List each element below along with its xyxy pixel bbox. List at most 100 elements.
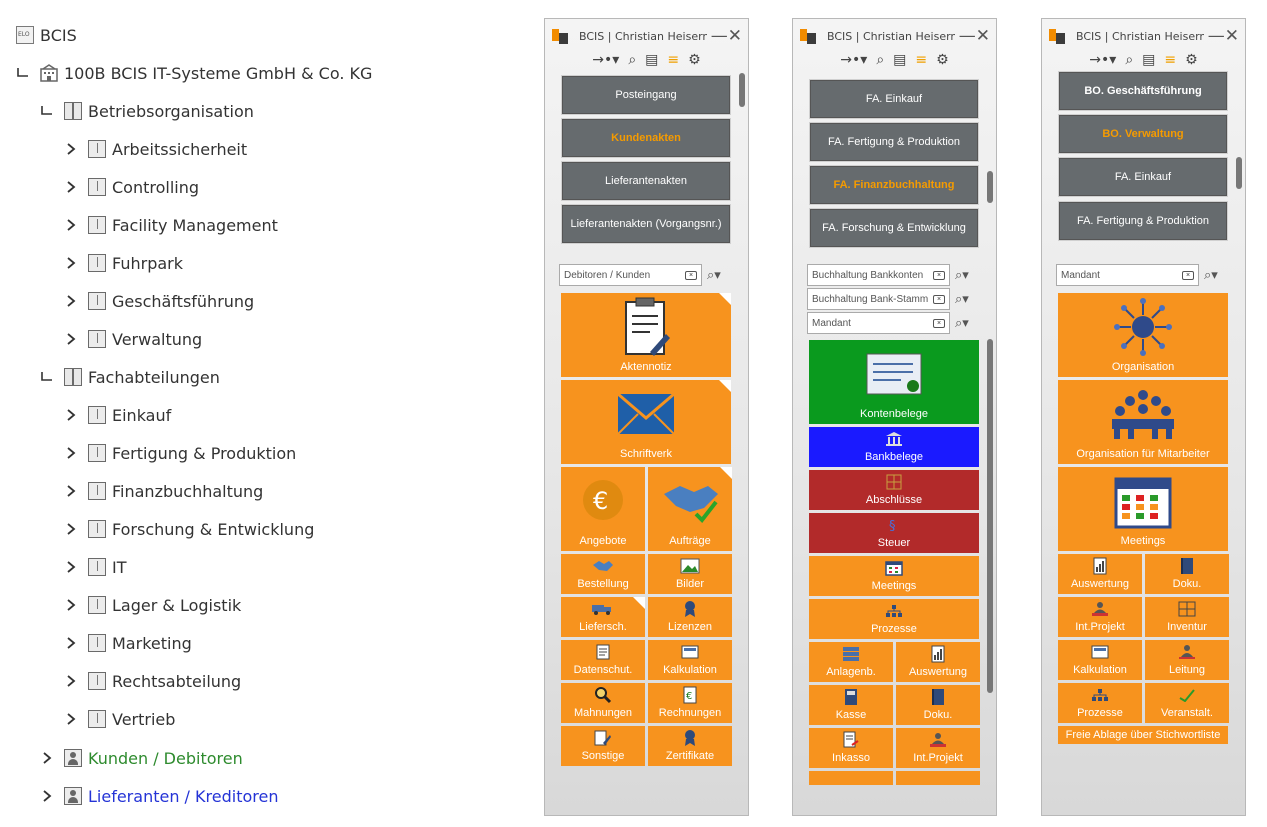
chevron-right-icon[interactable] [64,522,78,536]
search-dropdown-icon[interactable]: ⌕▾ [1204,268,1218,283]
tile-intprojekt[interactable]: Int.Projekt [1058,597,1142,637]
chevron-right-icon[interactable] [64,408,78,422]
pin-icon[interactable]: →•▾ [840,53,867,67]
pin-icon[interactable]: →•▾ [1089,53,1116,67]
chevron-right-icon[interactable] [64,180,78,194]
tree-item-lager[interactable]: Lager & Logistik [64,591,241,619]
tree-item-rechtsabteilung[interactable]: Rechtsabteilung [64,667,241,695]
tile-datenschutz[interactable]: Datenschut. [561,640,645,680]
search-dropdown-icon[interactable]: ⌕▾ [955,292,969,307]
document-icon[interactable]: ▤ [645,53,658,67]
tile-anlagenb[interactable]: Anlagenb. [809,642,893,682]
tree-item-fuhrpark[interactable]: Fuhrpark [64,249,183,277]
tile-kasse[interactable]: Kasse [809,685,893,725]
gear-icon[interactable]: ⚙ [688,53,701,67]
search-icon[interactable]: ⌕ [628,53,636,67]
chevron-right-icon[interactable] [64,142,78,156]
nav-button-geschaeftsfuehrung[interactable]: BO. Geschäftsführung [1058,71,1228,111]
nav-button-fertigung[interactable]: FA. Fertigung & Produktion [1058,201,1228,241]
nav-button-forschung[interactable]: FA. Forschung & Entwicklung [809,208,979,248]
search-dropdown-icon[interactable]: ⌕▾ [955,268,969,283]
scrollbar[interactable] [987,339,993,693]
tile-veranstalt[interactable]: Veranstalt. [1145,683,1229,723]
tile-organisation[interactable]: Organisation [1058,293,1228,377]
tile-inventur[interactable]: Inventur [1145,597,1229,637]
clear-icon[interactable]: × [933,294,945,304]
tile-sonstige[interactable]: Sonstige [561,726,645,766]
collapse-icon[interactable] [40,370,54,384]
tile-zertifikate[interactable]: Zertifikate [648,726,732,766]
tile-bankbelege[interactable]: Bankbelege [809,427,979,467]
tree-item-arbeitssicherheit[interactable]: Arbeitssicherheit [64,135,247,163]
tile-meetings[interactable]: Meetings [1058,467,1228,551]
chevron-right-icon[interactable] [40,789,54,803]
tree-item-geschaeftsfuehrung[interactable]: Geschäftsführung [64,287,254,315]
tile-steuer[interactable]: § Steuer [809,513,979,553]
tree-node-lieferanten[interactable]: Lieferanten / Kreditoren [40,782,278,810]
tile-leitung[interactable]: Leitung [1145,640,1229,680]
notes-icon[interactable]: ≡ [1164,53,1176,67]
chevron-right-icon[interactable] [40,751,54,765]
tile-auswertung[interactable]: Auswertung [1058,554,1142,594]
tile-auswertung[interactable]: Auswertung [896,642,980,682]
chevron-right-icon[interactable] [64,332,78,346]
nav-button-fertigung[interactable]: FA. Fertigung & Produktion [809,122,979,162]
tree-node-fachabteilungen[interactable]: Fachabteilungen [40,363,220,391]
chevron-right-icon[interactable] [64,446,78,460]
tree-item-vertrieb[interactable]: Vertrieb [64,705,175,733]
tile-mahnungen[interactable]: Mahnungen [561,683,645,723]
tile-kalkulation[interactable]: Kalkulation [648,640,732,680]
tree-item-facility-management[interactable]: Facility Management [64,211,278,239]
tile-lieferschein[interactable]: Liefersch. [561,597,645,637]
search-dropdown-icon[interactable]: ⌕▾ [955,316,969,331]
tile-freie-ablage[interactable]: Freie Ablage über Stichwortliste [1058,726,1228,744]
tile-bestellung[interactable]: Bestellung [561,554,645,594]
gear-icon[interactable]: ⚙ [936,53,949,67]
search-input[interactable]: Buchhaltung Bank-Stamm × [807,288,950,310]
search-input[interactable]: Mandant × [807,312,950,334]
tile-kalkulation[interactable]: Kalkulation [1058,640,1142,680]
tile-angebote[interactable]: € Angebote [561,467,645,551]
search-icon[interactable]: ⌕ [876,53,884,67]
scrollbar[interactable] [739,73,745,107]
tile-partial[interactable] [809,771,893,785]
collapse-icon[interactable] [40,104,54,118]
tile-organisation-mitarbeiter[interactable]: Organisation für Mitarbeiter [1058,380,1228,464]
tile-auftraege[interactable]: Aufträge [648,467,732,551]
document-icon[interactable]: ▤ [893,53,906,67]
tree-item-einkauf[interactable]: Einkauf [64,401,171,429]
tree-root[interactable]: BCIS [16,21,77,49]
chevron-right-icon[interactable] [64,218,78,232]
tile-lizenzen[interactable]: Lizenzen [648,597,732,637]
chevron-right-icon[interactable] [64,560,78,574]
search-dropdown-icon[interactable]: ⌕▾ [707,268,721,283]
tile-aktennotiz[interactable]: Aktennotiz [561,293,731,377]
tree-node-betriebsorganisation[interactable]: Betriebsorganisation [40,97,254,125]
tile-doku[interactable]: Doku. [896,685,980,725]
gear-icon[interactable]: ⚙ [1185,53,1198,67]
nav-button-einkauf[interactable]: FA. Einkauf [809,79,979,119]
tree-item-marketing[interactable]: Marketing [64,629,192,657]
clear-icon[interactable]: × [933,318,945,328]
chevron-right-icon[interactable] [64,674,78,688]
close-icon[interactable]: —✕ [711,27,742,45]
chevron-right-icon[interactable] [64,294,78,308]
tree-item-fertigung[interactable]: Fertigung & Produktion [64,439,296,467]
tree-item-finanzbuchhaltung[interactable]: Finanzbuchhaltung [64,477,263,505]
notes-icon[interactable]: ≡ [667,53,679,67]
tree-item-controlling[interactable]: Controlling [64,173,199,201]
collapse-icon[interactable] [16,66,30,80]
clear-icon[interactable]: × [933,270,945,280]
close-icon[interactable]: —✕ [959,27,990,45]
tile-rechnungen[interactable]: € Rechnungen [648,683,732,723]
tree-node-company[interactable]: 100B BCIS IT-Systeme GmbH & Co. KG [16,59,372,87]
search-icon[interactable]: ⌕ [1125,53,1133,67]
close-icon[interactable]: —✕ [1208,27,1239,45]
nav-button-einkauf[interactable]: FA. Einkauf [1058,157,1228,197]
tile-intprojekt[interactable]: Int.Projekt [896,728,980,768]
tree-item-it[interactable]: IT [64,553,127,581]
chevron-right-icon[interactable] [64,484,78,498]
tile-bilder[interactable]: Bilder [648,554,732,594]
tile-prozesse[interactable]: Prozesse [809,599,979,639]
tile-schriftverk[interactable]: Schriftverk [561,380,731,464]
